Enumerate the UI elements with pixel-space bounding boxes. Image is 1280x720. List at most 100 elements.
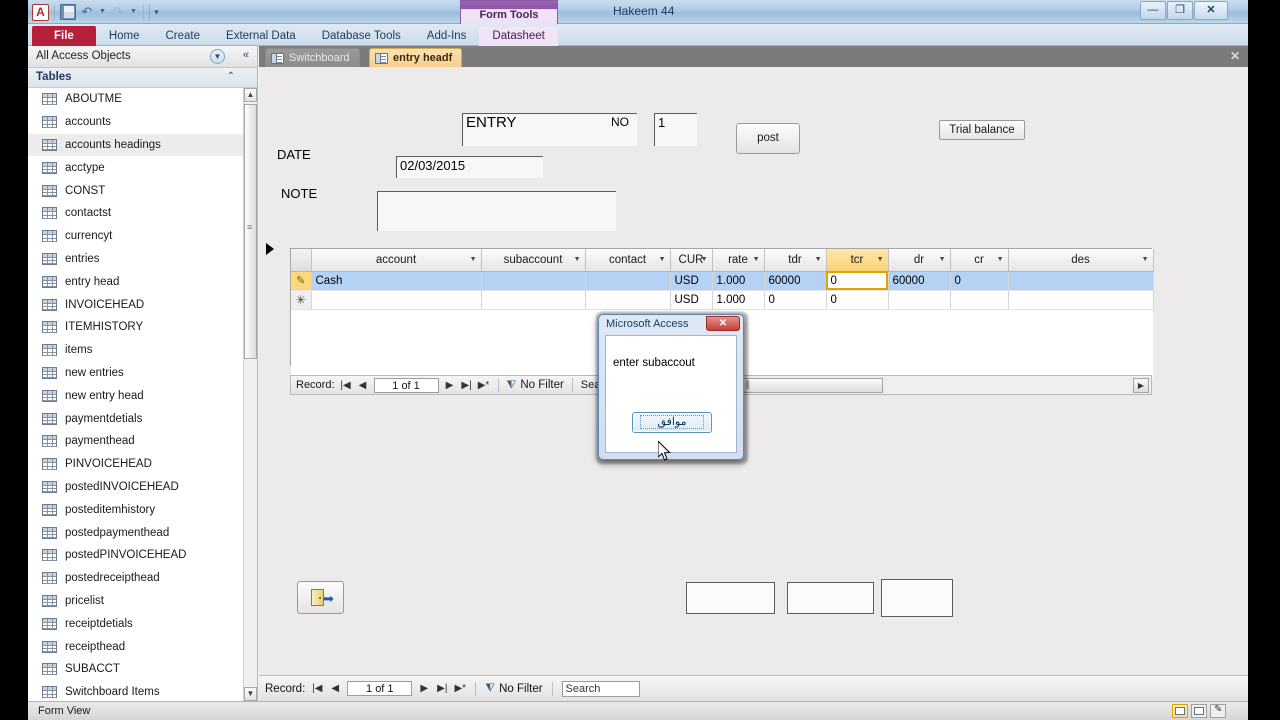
total-box-2[interactable] — [787, 582, 874, 614]
form-view-icon[interactable] — [1172, 704, 1188, 718]
note-field[interactable] — [377, 191, 616, 231]
save-icon[interactable] — [60, 4, 76, 20]
cell-contact[interactable] — [585, 271, 671, 291]
cell-cr[interactable] — [950, 290, 1009, 310]
chevron-down-icon[interactable]: ▼ — [753, 256, 760, 263]
restore-button[interactable]: ❐ — [1167, 1, 1193, 20]
trial-balance-button[interactable]: Trial balance — [939, 120, 1025, 140]
scroll-up-button[interactable]: ▲ — [244, 88, 257, 102]
column-header-rate[interactable]: rate ▼ — [712, 249, 765, 272]
subform-filter-toggle[interactable]: ⧨ No Filter — [507, 379, 564, 392]
cell-tdr[interactable]: 0 — [764, 290, 827, 310]
column-header-contact[interactable]: contact ▼ — [585, 249, 671, 272]
chevron-down-icon[interactable]: ▼ — [210, 49, 225, 64]
table-list-item[interactable]: postedreceipthead — [28, 567, 243, 590]
subform-last-record-button[interactable]: ▶| — [461, 380, 473, 391]
cell-des[interactable] — [1008, 271, 1154, 291]
table-list-item[interactable]: entry head — [28, 270, 243, 293]
table-list-item[interactable]: receipthead — [28, 635, 243, 658]
form-filter-toggle[interactable]: ⧨ No Filter — [485, 682, 542, 695]
chevron-down-icon[interactable]: ▼ — [574, 256, 581, 263]
redo-dropdown-caret-icon[interactable]: ▼ — [129, 4, 138, 20]
ribbon-tab-file[interactable]: File — [32, 26, 96, 46]
chevron-up-icon[interactable]: ⌃ — [227, 71, 235, 82]
cell-rate[interactable]: 1.000 — [712, 290, 765, 310]
cell-subaccount[interactable] — [481, 271, 586, 291]
ribbon-tab-add-ins[interactable]: Add-Ins — [414, 27, 480, 46]
close-button[interactable]: ✕ — [1194, 1, 1228, 20]
form-next-record-button[interactable]: ▶ — [418, 683, 430, 694]
table-list-item[interactable]: items — [28, 339, 243, 362]
document-tab-entry-headf[interactable]: entry headf — [369, 48, 463, 67]
table-list-item[interactable]: currencyt — [28, 225, 243, 248]
cell-dr[interactable] — [888, 290, 951, 310]
chevron-down-icon[interactable]: ▼ — [877, 256, 884, 263]
total-box-1[interactable] — [686, 582, 775, 614]
exit-button[interactable]: ➡ — [297, 581, 344, 614]
table-list-item[interactable]: postedPINVOICEHEAD — [28, 544, 243, 567]
ribbon-tab-create[interactable]: Create — [153, 27, 214, 46]
undo-dropdown-caret-icon[interactable]: ▼ — [98, 4, 107, 20]
design-view-icon[interactable] — [1210, 704, 1226, 718]
table-list-item[interactable]: ABOUTME — [28, 88, 243, 111]
access-logo-icon[interactable]: A — [32, 3, 49, 21]
table-list-item[interactable]: acctype — [28, 156, 243, 179]
cell-dr[interactable]: 60000 — [888, 271, 951, 291]
cell-CUR[interactable]: USD — [670, 290, 713, 310]
table-list-item[interactable]: Switchboard Items — [28, 681, 243, 701]
subform-record-navigator[interactable]: Record: |◀ ◀ 1 of 1 ▶ ▶| ▶* ⧨ No Filter … — [290, 375, 620, 395]
form-record-navigator[interactable]: Record: |◀ ◀ 1 of 1 ▶ ▶| ▶* ⧨ No Filter … — [259, 675, 1248, 701]
row-selector[interactable]: ✳ — [291, 290, 312, 310]
table-list-item[interactable]: postedINVOICEHEAD — [28, 476, 243, 499]
table-list-item[interactable]: paymenthead — [28, 430, 243, 453]
table-object-list[interactable]: ABOUTME accounts accounts headings acctype C… — [28, 88, 243, 701]
column-header-CUR[interactable]: CUR ▼ — [670, 249, 713, 272]
table-list-item[interactable]: paymentdetials — [28, 407, 243, 430]
dialog-ok-button[interactable]: موافق — [632, 412, 712, 433]
datasheet-row[interactable]: ✳ USD 1.000 0 0 — [291, 290, 1154, 310]
cell-rate[interactable]: 1.000 — [712, 271, 765, 291]
ribbon-tab-datasheet[interactable]: Datasheet — [479, 27, 558, 46]
ribbon-tab-external-data[interactable]: External Data — [213, 27, 309, 46]
ribbon-tab-home[interactable]: Home — [96, 27, 153, 46]
cell-contact[interactable] — [585, 290, 671, 310]
dialog-close-button[interactable]: ✕ — [706, 316, 740, 331]
table-list-item[interactable]: INVOICEHEAD — [28, 293, 243, 316]
table-list-item[interactable]: SUBACCT — [28, 658, 243, 681]
cell-tdr[interactable]: 60000 — [764, 271, 827, 291]
column-header-cr[interactable]: cr ▼ — [950, 249, 1009, 272]
total-box-3[interactable] — [881, 579, 953, 617]
search-input[interactable]: Search — [561, 680, 640, 697]
navigation-group-tables[interactable]: Tables ⌃ — [28, 68, 257, 88]
table-list-item[interactable]: ITEMHISTORY — [28, 316, 243, 339]
cell-des[interactable] — [1008, 290, 1154, 310]
table-list-item[interactable]: pricelist — [28, 590, 243, 613]
table-list-item[interactable]: contactst — [28, 202, 243, 225]
cell-CUR[interactable]: USD — [670, 271, 713, 291]
chevron-down-icon[interactable]: ▼ — [1142, 256, 1149, 263]
column-header-account[interactable]: account ▼ — [311, 249, 482, 272]
form-new-record-button[interactable]: ▶* — [454, 683, 466, 694]
chevron-down-icon[interactable]: ▼ — [659, 256, 666, 263]
layout-view-icon[interactable] — [1191, 704, 1207, 718]
row-selector[interactable]: ✎ — [291, 271, 312, 291]
form-record-position[interactable]: 1 of 1 — [347, 681, 413, 696]
cell-cr[interactable]: 0 — [950, 271, 1009, 291]
table-list-item[interactable]: postedpaymenthead — [28, 521, 243, 544]
subform-new-record-button[interactable]: ▶* — [478, 380, 490, 391]
column-header-tcr[interactable]: tcr ▼ — [826, 249, 889, 272]
ribbon-tab-database-tools[interactable]: Database Tools — [309, 27, 414, 46]
close-document-icon[interactable]: ✕ — [1230, 49, 1240, 63]
subform-previous-record-button[interactable]: ◀ — [357, 380, 369, 391]
table-list-item[interactable]: receiptdetials — [28, 612, 243, 635]
form-last-record-button[interactable]: ▶| — [436, 683, 448, 694]
cell-account[interactable] — [311, 290, 482, 310]
datasheet-select-all-corner[interactable] — [291, 249, 312, 272]
navigation-pane-header[interactable]: All Access Objects ▼ « — [28, 46, 257, 68]
table-list-item[interactable]: posteditemhistory — [28, 498, 243, 521]
shutter-bar-collapse-icon[interactable]: « — [243, 49, 249, 61]
minimize-button[interactable]: — — [1140, 1, 1166, 20]
no-field[interactable]: 1 — [654, 113, 697, 146]
chevron-down-icon[interactable]: ▼ — [470, 256, 477, 263]
post-button[interactable]: post — [736, 123, 800, 154]
